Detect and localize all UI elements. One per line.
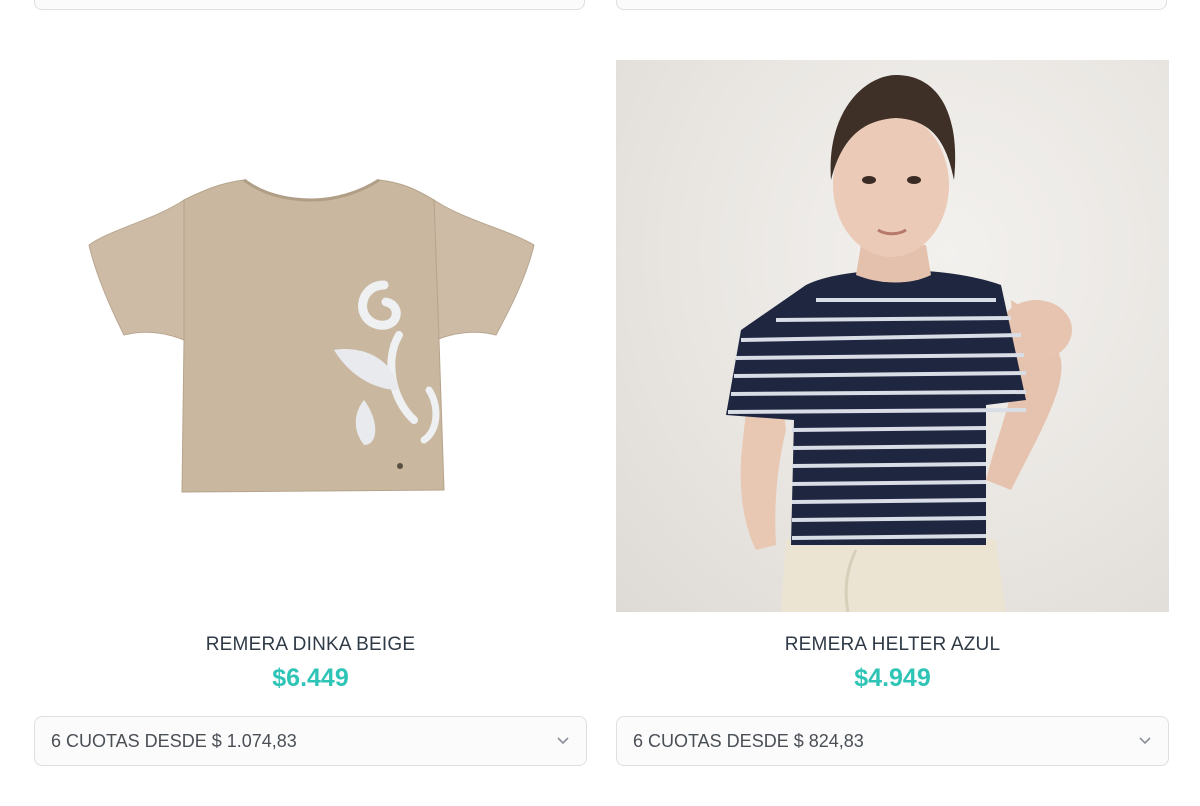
model-photo-icon bbox=[726, 75, 1072, 612]
installments-label: 6 CUOTAS DESDE $ 824,83 bbox=[633, 730, 864, 751]
chevron-down-icon bbox=[556, 734, 570, 748]
chevron-down-icon bbox=[1138, 734, 1152, 748]
installments-select[interactable]: 6 CUOTAS DESDE $ 1.074,83 bbox=[34, 716, 587, 766]
product-card[interactable]: REMERA DINKA BEIGE $6.449 6 CUOTAS DESDE… bbox=[34, 60, 587, 806]
installments-select[interactable]: 6 CUOTAS DESDE $ 824,83 bbox=[616, 716, 1169, 766]
product-price: $6.449 bbox=[272, 664, 349, 692]
product-image[interactable] bbox=[616, 60, 1169, 612]
product-image[interactable] bbox=[34, 60, 587, 612]
product-name[interactable]: REMERA DINKA BEIGE bbox=[34, 632, 587, 658]
product-name[interactable]: REMERA HELTER AZUL bbox=[616, 632, 1169, 658]
product-card[interactable]: REMERA HELTER AZUL $4.949 6 CUOTAS DESDE… bbox=[616, 60, 1169, 806]
installments-label: 6 CUOTAS DESDE $ 1.074,83 bbox=[51, 730, 297, 751]
tshirt-image-icon bbox=[88, 178, 535, 493]
product-price: $4.949 bbox=[854, 664, 931, 692]
previous-installments-select[interactable] bbox=[616, 0, 1167, 10]
previous-installments-select[interactable] bbox=[34, 0, 585, 10]
product-grid: REMERA DINKA BEIGE $6.449 6 CUOTAS DESDE… bbox=[0, 0, 1200, 806]
